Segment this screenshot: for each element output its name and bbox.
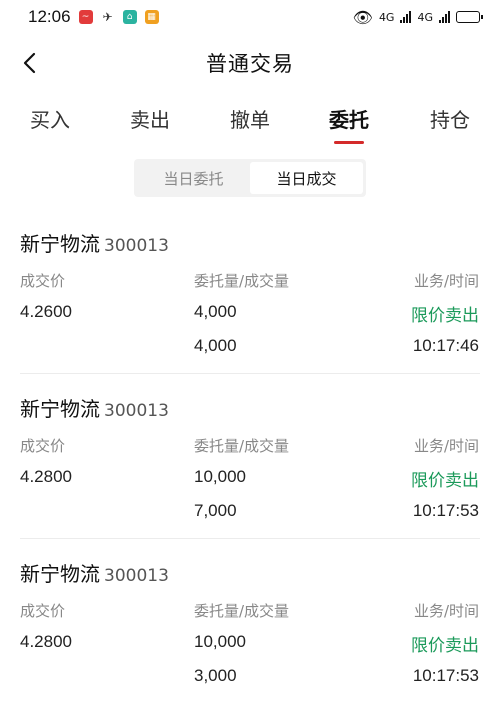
stock-name-line: 新宁物流 300013 — [20, 558, 169, 587]
stock-name: 新宁物流 — [20, 232, 100, 256]
stock-code: 300013 — [104, 401, 169, 421]
battery-icon — [456, 11, 483, 23]
eye-icon: 👁 — [352, 7, 373, 27]
tab-buy[interactable]: 买入 — [30, 104, 70, 133]
order-quantity: 10,000 — [194, 467, 246, 486]
business-time-column-header: 业务/时间 — [413, 272, 479, 290]
quantity-column-header: 委托量/成交量 — [194, 602, 290, 620]
business-time-column-header: 业务/时间 — [413, 437, 479, 455]
stock-name-line: 新宁物流 300013 — [20, 228, 169, 257]
deal-price: 4.2800 — [20, 467, 72, 486]
status-right: 👁 4G 4G — [352, 7, 483, 27]
signal-icon — [400, 11, 412, 23]
price-column-header: 成交价 — [20, 272, 66, 290]
tab-orders[interactable]: 委托 — [329, 104, 369, 133]
deal-record[interactable]: 新宁物流 300013 成交价 委托量/成交量 业务/时间 4.2800 10,0… — [0, 379, 500, 539]
quantity-column-header: 委托量/成交量 — [194, 437, 290, 455]
stock-code: 300013 — [104, 236, 169, 256]
order-segment-control: 当日委托 当日成交 — [134, 159, 366, 197]
network-type: 4G — [378, 10, 395, 24]
signal-icon-2 — [439, 11, 450, 23]
chevron-left-icon — [23, 52, 36, 74]
deal-price: 4.2600 — [20, 302, 72, 321]
status-bar: 12:06 ~ ✈ ⌂ ▦ 👁 4G 4G — [0, 0, 500, 34]
stock-name-line: 新宁物流 300013 — [20, 393, 169, 422]
deal-quantity: 7,000 — [194, 501, 237, 520]
app-store-icon: ⌂ — [122, 10, 137, 24]
deal-quantity: 3,000 — [194, 666, 237, 685]
business-type: 限价卖出 — [411, 471, 479, 491]
header: 普通交易 — [0, 40, 500, 86]
segment-today-orders[interactable]: 当日委托 — [137, 162, 250, 194]
record-divider — [20, 373, 480, 374]
status-time: 12:06 — [28, 7, 71, 26]
segment-today-deals[interactable]: 当日成交 — [250, 162, 363, 194]
price-column-header: 成交价 — [20, 602, 66, 620]
status-left: 12:06 ~ ✈ ⌂ ▦ — [28, 7, 159, 27]
business-time-column-header: 业务/时间 — [413, 602, 479, 620]
deal-time: 10:17:46 — [412, 336, 479, 355]
stock-name: 新宁物流 — [20, 397, 100, 421]
business-type: 限价卖出 — [411, 306, 479, 326]
business-type: 限价卖出 — [411, 636, 479, 656]
deal-price: 4.2800 — [20, 632, 72, 651]
deal-record[interactable]: 新宁物流 300013 成交价 委托量/成交量 业务/时间 4.2800 10,0… — [0, 544, 500, 704]
back-button[interactable] — [14, 48, 44, 78]
deal-time: 10:17:53 — [412, 666, 479, 685]
deal-record[interactable]: 新宁物流 300013 成交价 委托量/成交量 业务/时间 4.2600 4,00… — [0, 214, 500, 374]
quantity-column-header: 委托量/成交量 — [194, 272, 290, 290]
tab-sell[interactable]: 卖出 — [130, 104, 170, 133]
tab-holdings[interactable]: 持仓 — [430, 104, 470, 133]
deal-time: 10:17:53 — [412, 501, 479, 520]
tab-cancel[interactable]: 撤单 — [230, 104, 270, 133]
stock-name: 新宁物流 — [20, 562, 100, 586]
order-quantity: 10,000 — [194, 632, 246, 651]
network-type-2: 4G — [417, 10, 433, 24]
deal-quantity: 4,000 — [194, 336, 237, 355]
price-column-header: 成交价 — [20, 437, 66, 455]
record-divider — [20, 538, 480, 539]
trade-tabs: 买入 卖出 撤单 委托 持仓 — [0, 98, 500, 148]
app-notification-icon: ~ — [78, 10, 93, 24]
app-grid-icon: ▦ — [144, 10, 159, 24]
send-icon: ✈ — [100, 10, 115, 24]
page-title: 普通交易 — [206, 52, 294, 76]
active-tab-indicator — [334, 141, 364, 144]
order-quantity: 4,000 — [194, 302, 237, 321]
stock-code: 300013 — [104, 566, 169, 586]
